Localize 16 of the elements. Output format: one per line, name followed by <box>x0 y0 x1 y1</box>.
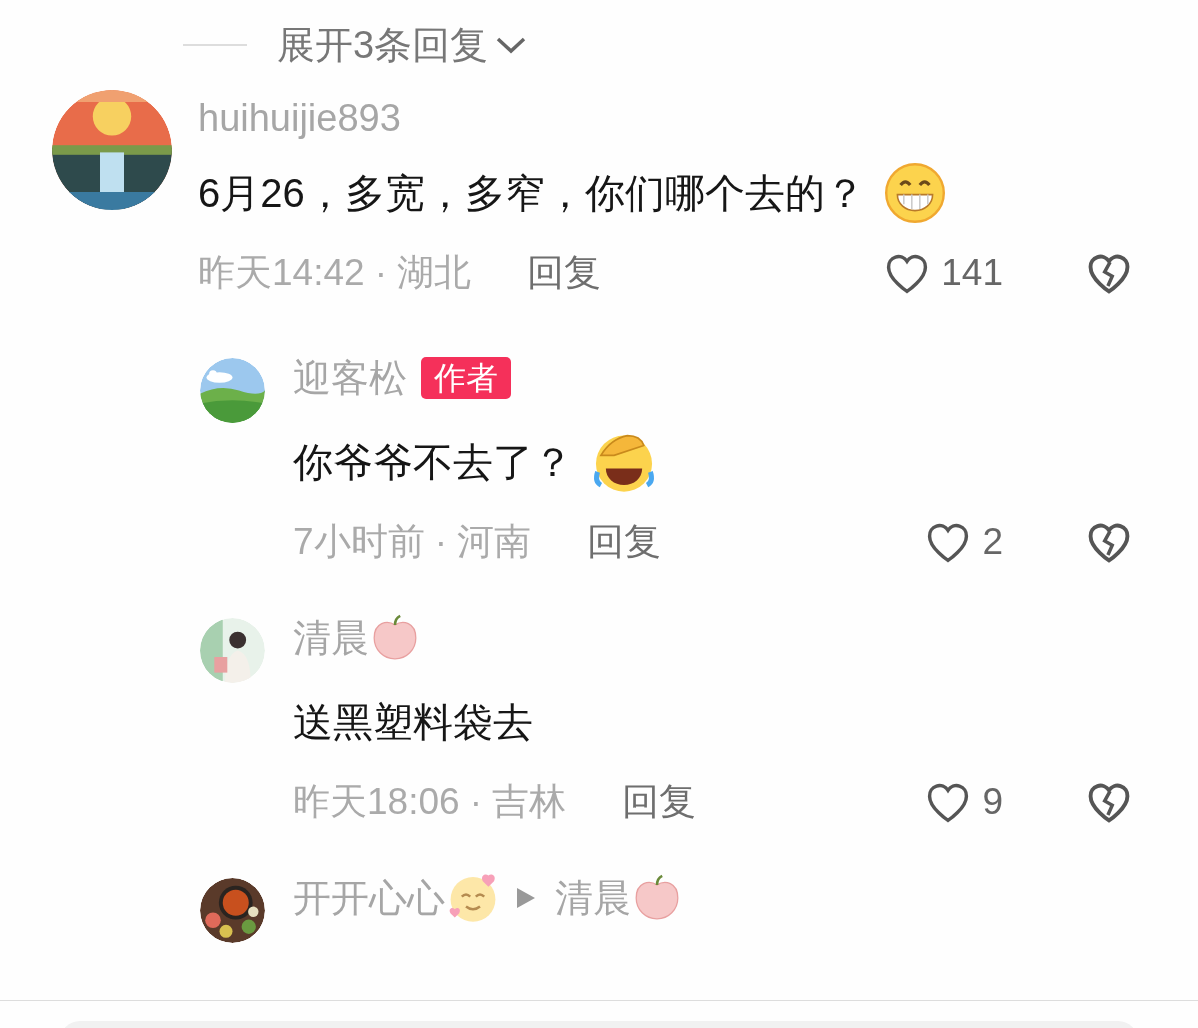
author-badge: 作者 <box>421 357 511 399</box>
grinning-face-icon <box>882 161 947 225</box>
timestamp-location: 昨天14:42 · 湖北 <box>198 251 472 295</box>
like-button[interactable]: 141 <box>871 247 1003 299</box>
comment-text: 你爷爷不去了？ <box>293 438 573 486</box>
expand-replies-button[interactable]: 展开3条回复 <box>277 19 529 71</box>
timestamp-location: 昨天18:06 · 吉林 <box>293 780 567 824</box>
like-button[interactable]: 2 <box>871 516 1003 568</box>
comment-text: 6月26，多宽，多窄，你们哪个去的？ <box>198 169 865 217</box>
reply-button[interactable]: 回复 <box>587 517 662 567</box>
reply-button[interactable]: 回复 <box>622 777 697 827</box>
comment-text: 送黑塑料袋去 <box>293 698 533 746</box>
like-button[interactable]: 9 <box>871 776 1003 828</box>
timestamp-location: 7小时前 · 河南 <box>293 520 532 564</box>
play-icon <box>515 886 537 910</box>
reply-button[interactable]: 回复 <box>527 248 602 298</box>
